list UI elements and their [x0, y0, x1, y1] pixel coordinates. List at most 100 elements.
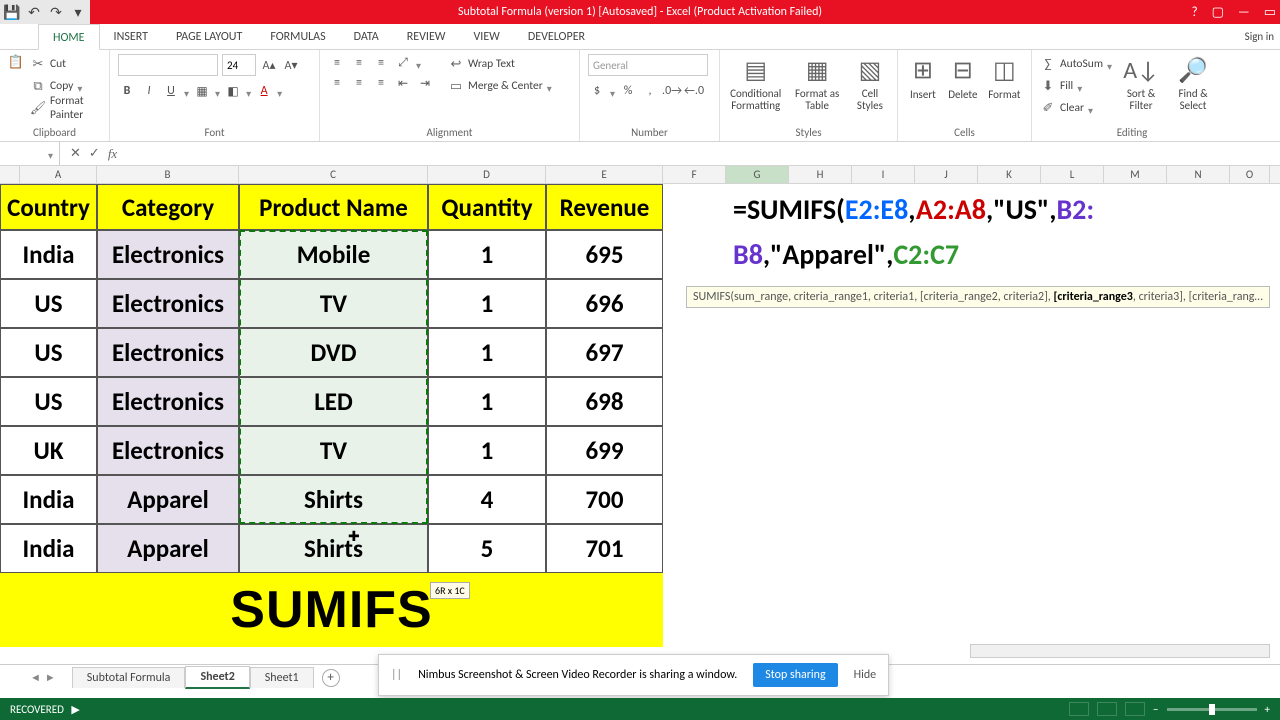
clear-button[interactable]: ✐Clear▾ — [1040, 98, 1112, 118]
cell-country[interactable]: US — [0, 377, 97, 426]
table-header[interactable]: Product Name — [239, 184, 428, 230]
format-as-table-button[interactable]: ▦Format as Table — [789, 54, 844, 112]
cell-revenue[interactable]: 700 — [546, 475, 663, 524]
page-layout-view-icon[interactable] — [1097, 702, 1117, 716]
zoom-in-icon[interactable]: + — [1265, 703, 1270, 716]
border-button[interactable]: ▦ — [193, 82, 211, 100]
cell-country[interactable]: US — [0, 279, 97, 328]
find-select-button[interactable]: 🔎Find & Select — [1170, 54, 1216, 112]
percent-icon[interactable]: % — [619, 82, 637, 100]
worksheet-grid[interactable]: Country Category Product Name Quantity R… — [0, 184, 1280, 573]
cell-country[interactable]: US — [0, 328, 97, 377]
cell-product[interactable]: Shirts — [239, 524, 428, 573]
col-header[interactable]: I — [852, 166, 915, 183]
sign-in-link[interactable]: Sign in — [1245, 30, 1274, 43]
copy-button[interactable]: ⧉Copy▾ — [30, 76, 101, 96]
table-row[interactable]: IndiaApparelShirts5701 — [0, 524, 1280, 573]
col-header[interactable]: C — [239, 166, 428, 183]
tab-review[interactable]: REVIEW — [393, 24, 460, 50]
increase-font-icon[interactable]: A▴ — [260, 56, 278, 74]
name-box[interactable]: ▾ — [0, 142, 60, 165]
cell-category[interactable]: Electronics — [97, 328, 239, 377]
cell-country[interactable]: India — [0, 524, 97, 573]
cell-revenue[interactable]: 697 — [546, 328, 663, 377]
tab-data[interactable]: DATA — [340, 24, 393, 50]
fill-button[interactable]: ⬇Fill▾ — [1040, 76, 1112, 96]
font-size-select[interactable] — [222, 54, 256, 76]
sheet-nav-next-icon[interactable]: ► — [45, 671, 56, 684]
col-header[interactable]: G — [726, 166, 789, 183]
table-header[interactable]: Category — [97, 184, 239, 230]
cell-quantity[interactable]: 1 — [428, 230, 546, 279]
cell-product[interactable]: TV — [239, 279, 428, 328]
cell-revenue[interactable]: 696 — [546, 279, 663, 328]
macro-icon[interactable]: ▶ — [71, 703, 79, 716]
minimize-icon[interactable]: — — [1238, 5, 1250, 20]
cell-quantity[interactable]: 5 — [428, 524, 546, 573]
merge-center-button[interactable]: ▭Merge & Center▾ — [448, 76, 552, 96]
underline-button[interactable]: U — [162, 82, 180, 100]
horizontal-scrollbar[interactable] — [970, 644, 1270, 660]
cell-revenue[interactable]: 695 — [546, 230, 663, 279]
conditional-formatting-button[interactable]: ▤Conditional Formatting — [728, 54, 783, 112]
tab-home[interactable]: HOME — [38, 24, 100, 50]
cell-category[interactable]: Electronics — [97, 426, 239, 475]
qat-more-icon[interactable]: ▾ — [70, 4, 86, 20]
currency-icon[interactable]: $ — [588, 82, 606, 100]
sheet-nav-prev-icon[interactable]: ◄ — [30, 671, 41, 684]
col-header[interactable]: D — [428, 166, 546, 183]
col-header[interactable]: A — [20, 166, 97, 183]
col-header[interactable]: F — [663, 166, 726, 183]
decrease-font-icon[interactable]: A▾ — [282, 56, 300, 74]
enter-formula-icon[interactable]: ✓ — [89, 146, 100, 162]
cell-quantity[interactable]: 4 — [428, 475, 546, 524]
maximize-icon[interactable]: ▭ — [1264, 5, 1276, 20]
col-header[interactable]: B — [97, 166, 239, 183]
autosum-button[interactable]: ∑AutoSum▾ — [1040, 54, 1112, 74]
fx-icon[interactable]: fx — [108, 146, 117, 162]
fill-color-button[interactable]: ◧ — [224, 82, 242, 100]
table-row[interactable]: IndiaApparelShirts4700 — [0, 475, 1280, 524]
cell-product[interactable]: Mobile — [239, 230, 428, 279]
new-sheet-button[interactable]: + — [322, 669, 340, 687]
format-painter-button[interactable]: 🖌Format Painter — [30, 98, 101, 118]
table-row[interactable]: UKElectronicsTV1699 — [0, 426, 1280, 475]
cell-country[interactable]: India — [0, 230, 97, 279]
help-icon[interactable]: ? — [1192, 5, 1198, 20]
col-header[interactable]: N — [1167, 166, 1230, 183]
increase-decimal-icon[interactable]: .0→ — [663, 82, 681, 100]
cell-product[interactable]: DVD — [239, 328, 428, 377]
cell-category[interactable]: Electronics — [97, 279, 239, 328]
cell-country[interactable]: India — [0, 475, 97, 524]
hide-notification-button[interactable]: Hide — [854, 668, 877, 682]
sheet-tab[interactable]: Sheet1 — [250, 667, 314, 688]
redo-icon[interactable]: ↷ — [48, 4, 64, 20]
cell-country[interactable]: UK — [0, 426, 97, 475]
increase-indent-icon[interactable]: ⇥ — [416, 74, 434, 92]
align-bottom-icon[interactable]: ≡ — [372, 54, 390, 72]
sheet-tab[interactable]: Subtotal Formula — [72, 667, 186, 688]
delete-cells-button[interactable]: ⊟Delete — [946, 54, 980, 101]
tab-view[interactable]: VIEW — [459, 24, 513, 50]
cell-category[interactable]: Apparel — [97, 475, 239, 524]
cell-category[interactable]: Electronics — [97, 377, 239, 426]
align-right-icon[interactable]: ≡ — [372, 74, 390, 92]
cell-quantity[interactable]: 1 — [428, 426, 546, 475]
col-header[interactable]: O — [1230, 166, 1270, 183]
bold-button[interactable]: B — [118, 82, 136, 100]
page-break-view-icon[interactable] — [1125, 702, 1145, 716]
italic-button[interactable]: I — [140, 82, 158, 100]
cell-styles-button[interactable]: ▧Cell Styles — [851, 54, 889, 112]
tab-file[interactable] — [10, 24, 38, 50]
align-left-icon[interactable]: ≡ — [328, 74, 346, 92]
table-header[interactable]: Revenue — [546, 184, 663, 230]
undo-icon[interactable]: ↶ — [26, 4, 42, 20]
col-header[interactable]: K — [978, 166, 1041, 183]
table-header[interactable]: Quantity — [428, 184, 546, 230]
tab-page-layout[interactable]: PAGE LAYOUT — [162, 24, 256, 50]
number-format-select[interactable] — [588, 54, 708, 76]
sort-filter-button[interactable]: A↓Sort & Filter — [1118, 54, 1164, 112]
table-header[interactable]: Country — [0, 184, 97, 230]
table-row[interactable]: USElectronicsLED1698 — [0, 377, 1280, 426]
cell-quantity[interactable]: 1 — [428, 328, 546, 377]
